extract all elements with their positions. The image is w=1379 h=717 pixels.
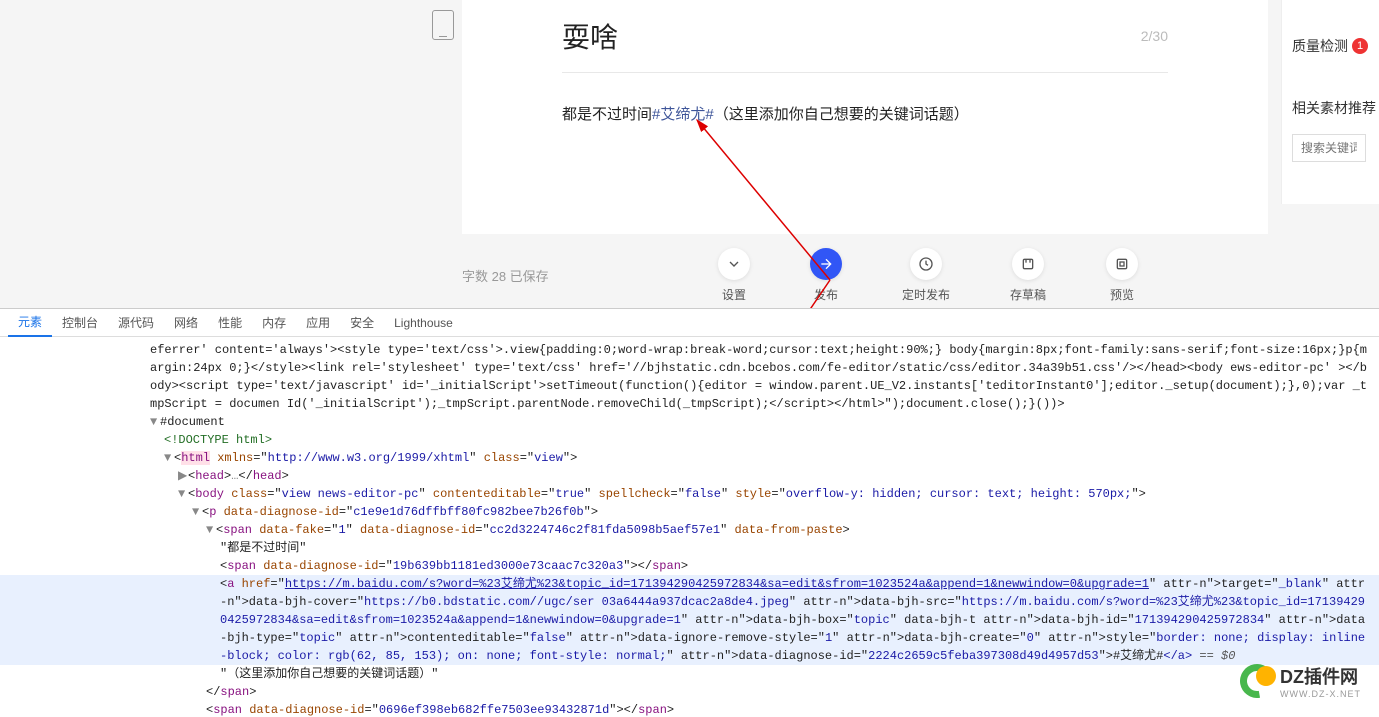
editor-footer: 字数 28 已保存 设置 发布 定时发布 存草稿 预览: [462, 246, 1268, 304]
preview-button[interactable]: 预览: [1106, 248, 1138, 303]
schedule-button[interactable]: 定时发布: [902, 248, 950, 303]
editor-card: 耍啥 2/30 都是不过时间#艾缔尤#（这里添加你自己想要的关键词话题）: [462, 0, 1268, 234]
devtools-tab-7[interactable]: 安全: [340, 309, 384, 337]
related-material-label: 相关素材推荐: [1292, 98, 1376, 118]
arrow-right-icon: [810, 248, 842, 280]
save-icon: [1012, 248, 1044, 280]
devtools-tab-5[interactable]: 内存: [252, 309, 296, 337]
word-count-label: 字数 28 已保存: [462, 266, 549, 285]
watermark-text: DZ插件网: [1280, 667, 1358, 687]
quality-check-row[interactable]: 质量检测 1: [1282, 30, 1379, 62]
save-draft-button[interactable]: 存草稿: [1010, 248, 1046, 303]
devtools-tab-1[interactable]: 控制台: [52, 309, 108, 337]
chevron-down-icon: [718, 248, 750, 280]
devtools-tab-6[interactable]: 应用: [296, 309, 340, 337]
article-body[interactable]: 都是不过时间#艾缔尤#（这里添加你自己想要的关键词话题）: [562, 103, 1168, 127]
watermark-sub: WWW.DZ-X.NET: [1280, 689, 1361, 699]
preview-icon: [1106, 248, 1138, 280]
devtools-tab-8[interactable]: Lighthouse: [384, 309, 463, 337]
settings-button[interactable]: 设置: [718, 248, 750, 303]
devtools-tabs: 元素控制台源代码网络性能内存应用安全Lighthouse: [0, 309, 1379, 337]
devtools-elements-tree[interactable]: eferrer' content='always'><style type='t…: [0, 337, 1379, 717]
quality-badge: 1: [1352, 38, 1368, 54]
body-text-prefix: 都是不过时间: [562, 106, 652, 123]
devtools-panel: 元素控制台源代码网络性能内存应用安全Lighthouse eferrer' co…: [0, 308, 1379, 717]
mobile-preview-icon[interactable]: [432, 10, 454, 40]
right-sidebar: 质量检测 1 相关素材推荐 ?: [1281, 0, 1379, 204]
hashtag-link[interactable]: #艾缔尤#: [652, 106, 714, 123]
devtools-tab-3[interactable]: 网络: [164, 309, 208, 337]
clock-icon: [910, 248, 942, 280]
body-hint: （这里添加你自己想要的关键词话题）: [714, 106, 969, 123]
quality-check-label: 质量检测: [1292, 36, 1348, 56]
watermark: DZ插件网 WWW.DZ-X.NET: [1240, 663, 1361, 699]
devtools-tab-0[interactable]: 元素: [8, 309, 52, 337]
title-char-count: 2/30: [1141, 28, 1168, 44]
devtools-tab-4[interactable]: 性能: [208, 309, 252, 337]
keyword-search-input[interactable]: [1292, 134, 1366, 162]
publish-button[interactable]: 发布: [810, 248, 842, 303]
devtools-tab-2[interactable]: 源代码: [108, 309, 164, 337]
related-material-row[interactable]: 相关素材推荐 ?: [1282, 92, 1379, 124]
watermark-logo-icon: [1240, 664, 1274, 698]
article-title[interactable]: 耍啥: [562, 16, 618, 56]
